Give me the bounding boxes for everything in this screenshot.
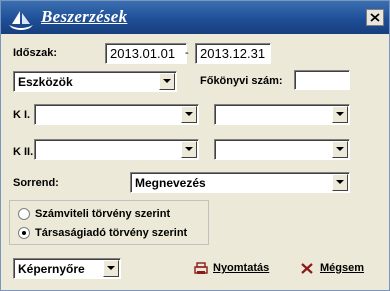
- law-label-corporate-tax: Társaságiadó törvény szerint: [35, 227, 188, 239]
- k1-left-select[interactable]: [34, 104, 199, 125]
- print-label: Nyomtatás: [213, 262, 270, 274]
- law-label-accounting: Számviteli törvény szerint: [35, 208, 171, 220]
- output-select[interactable]: Képernyőre: [13, 258, 121, 279]
- k2-label: K II.: [13, 146, 34, 158]
- law-radio-accounting[interactable]: [18, 208, 30, 220]
- k1-label: K I.: [13, 109, 31, 121]
- period-from-input[interactable]: 2013.01.01: [105, 43, 187, 64]
- category-select[interactable]: Eszközök: [13, 71, 177, 92]
- title-bar: Beszerzések: [1, 1, 389, 34]
- law-radio-corporate-tax[interactable]: [18, 227, 30, 239]
- window-title: Beszerzések: [41, 7, 128, 26]
- chevron-down-icon[interactable]: [103, 260, 119, 277]
- category-value: Eszközök: [18, 75, 73, 89]
- chevron-down-icon[interactable]: [332, 141, 348, 158]
- sort-value: Megnevezés: [135, 176, 206, 190]
- chevron-down-icon[interactable]: [159, 73, 175, 90]
- cancel-button[interactable]: Mégsem: [301, 262, 371, 276]
- chevron-down-icon[interactable]: [332, 174, 348, 191]
- print-button[interactable]: Nyomtatás: [194, 262, 274, 276]
- sort-select[interactable]: Megnevezés: [130, 172, 350, 193]
- law-radio-group: Számviteli törvény szerint Társaságiadó …: [9, 200, 209, 245]
- close-icon: [370, 13, 380, 22]
- sort-label: Sorrend:: [13, 177, 59, 189]
- chevron-down-icon[interactable]: [181, 141, 197, 158]
- x-icon: [301, 263, 313, 274]
- k2-left-select[interactable]: [34, 139, 199, 160]
- k1-right-select[interactable]: [214, 104, 350, 125]
- period-separator: -: [185, 47, 189, 59]
- ledger-input[interactable]: [294, 70, 350, 90]
- k2-right-select[interactable]: [214, 139, 350, 160]
- ship-logo-icon: [7, 9, 35, 31]
- dialog-window: Beszerzések Időszak: 2013.01.01 - 2013.1…: [0, 0, 390, 291]
- chevron-down-icon[interactable]: [332, 106, 348, 123]
- ledger-label: Főkönyvi szám:: [200, 75, 283, 87]
- cancel-label: Mégsem: [320, 262, 365, 274]
- period-from-value: 2013.01.01: [110, 46, 176, 61]
- period-label: Időszak:: [13, 47, 58, 59]
- printer-icon: [194, 262, 208, 274]
- close-button[interactable]: [366, 9, 384, 26]
- output-value: Képernyőre: [18, 262, 85, 276]
- period-to-value: 2013.12.31: [200, 46, 266, 61]
- period-to-input[interactable]: 2013.12.31: [195, 43, 271, 64]
- chevron-down-icon[interactable]: [181, 106, 197, 123]
